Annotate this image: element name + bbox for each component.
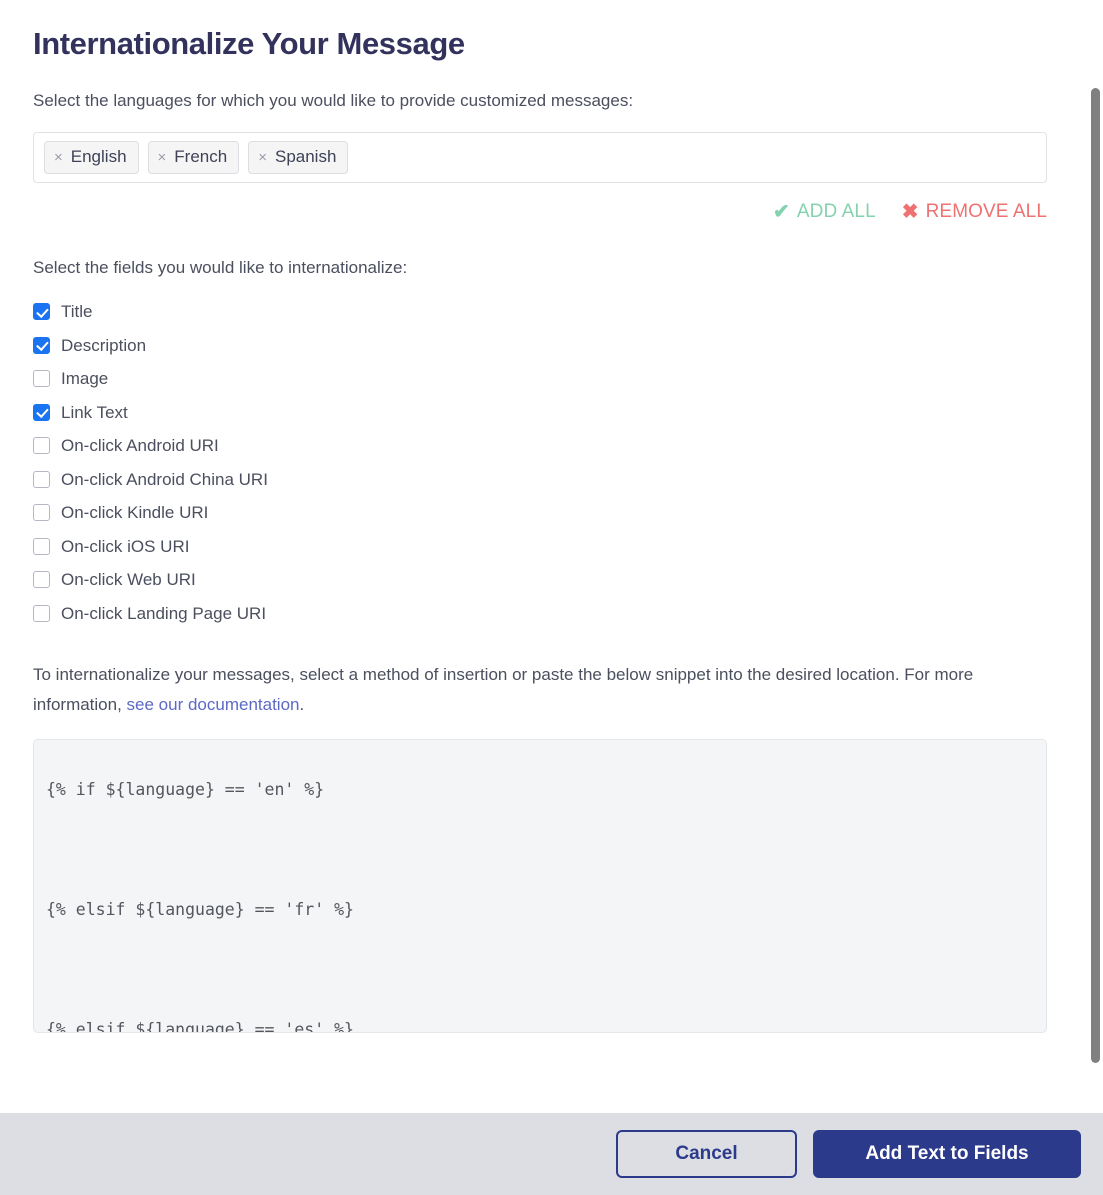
field-row-image[interactable]: Image (33, 368, 1047, 389)
check-icon: ✔ (773, 201, 790, 223)
checkbox-onclick-landing-page-uri[interactable] (33, 604, 50, 622)
internationalize-dialog: Internationalize Your Message Select the… (0, 0, 1103, 1195)
dialog-footer: Cancel Add Text to Fields (0, 1113, 1103, 1195)
checkbox-title[interactable] (33, 303, 50, 320)
field-label: On-click Android URI (61, 436, 219, 455)
add-all-button[interactable]: ✔ ADD ALL (773, 201, 876, 223)
instructions-text: To internationalize your messages, selec… (33, 660, 1018, 720)
checkbox-onclick-ios-uri[interactable] (33, 537, 50, 555)
checkbox-onclick-kindle-uri[interactable] (33, 504, 50, 521)
scrollbar-thumb[interactable] (1091, 88, 1100, 1063)
dialog-body: Internationalize Your Message Select the… (0, 0, 1080, 1113)
field-label: Image (61, 369, 109, 388)
checkbox-onclick-android-uri[interactable] (33, 437, 50, 454)
language-tag-english[interactable]: × English (44, 141, 139, 174)
fields-prompt: Select the fields you would like to inte… (33, 258, 408, 277)
cancel-button[interactable]: Cancel (616, 1130, 797, 1178)
remove-tag-icon[interactable]: × (158, 150, 167, 165)
remove-all-label: REMOVE ALL (925, 201, 1047, 222)
language-tag-french[interactable]: × French (147, 141, 240, 174)
language-tag-label: English (70, 147, 127, 166)
cross-icon: ✖ (901, 201, 919, 223)
languages-prompt: Select the languages for which you would… (33, 91, 634, 110)
bulk-actions: ✔ ADD ALL ✖ REMOVE ALL (33, 199, 1047, 225)
field-label: On-click iOS URI (61, 536, 190, 556)
field-row-onclick-kindle-uri[interactable]: On-click Kindle URI (33, 502, 1047, 523)
language-multiselect[interactable]: × English × French × Spanish (33, 132, 1047, 183)
checkbox-description[interactable] (33, 336, 50, 354)
field-row-link-text[interactable]: Link Text (33, 402, 1047, 423)
checkbox-onclick-web-uri[interactable] (33, 571, 50, 588)
checkbox-onclick-android-china-uri[interactable] (33, 470, 50, 488)
field-row-onclick-web-uri[interactable]: On-click Web URI (33, 569, 1047, 590)
language-tag-label: Spanish (274, 147, 337, 166)
field-row-onclick-android-uri[interactable]: On-click Android URI (33, 435, 1047, 456)
field-label: On-click Landing Page URI (61, 603, 267, 623)
checkbox-image[interactable] (33, 370, 50, 387)
field-label: Description (61, 335, 147, 355)
field-row-onclick-ios-uri[interactable]: On-click iOS URI (33, 536, 1047, 557)
field-row-title[interactable]: Title (33, 301, 1047, 322)
remove-tag-icon[interactable]: × (258, 150, 267, 165)
instructions-after: . (299, 694, 305, 714)
liquid-snippet-code-block[interactable]: {% if ${language} == 'en' %} {% elsif ${… (33, 738, 1047, 1033)
add-all-label: ADD ALL (796, 201, 876, 222)
field-label: On-click Web URI (61, 570, 196, 589)
language-tag-label: French (174, 147, 228, 166)
field-row-description[interactable]: Description (33, 335, 1047, 356)
scrollbar-track[interactable] (1087, 0, 1103, 1113)
field-label: Link Text (61, 402, 128, 422)
page-title: Internationalize Your Message (33, 26, 465, 61)
field-label: Title (61, 302, 93, 321)
field-row-onclick-android-china-uri[interactable]: On-click Android China URI (33, 469, 1047, 490)
language-tag-spanish[interactable]: × Spanish (248, 141, 349, 174)
documentation-link[interactable]: see our documentation (127, 695, 300, 714)
remove-tag-icon[interactable]: × (54, 150, 63, 165)
field-row-onclick-landing-page-uri[interactable]: On-click Landing Page URI (33, 603, 1047, 624)
field-label: On-click Kindle URI (61, 503, 209, 522)
checkbox-link-text[interactable] (33, 403, 50, 421)
remove-all-button[interactable]: ✖ REMOVE ALL (902, 201, 1047, 223)
field-label: On-click Android China URI (61, 469, 268, 489)
add-text-to-fields-button[interactable]: Add Text to Fields (813, 1130, 1081, 1178)
field-checkbox-list: Title Description Image Link Text On-cli… (33, 301, 1047, 624)
